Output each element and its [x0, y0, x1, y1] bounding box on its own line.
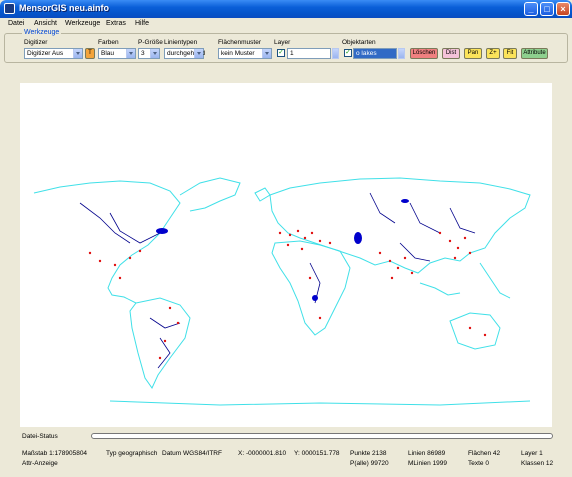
lakes — [156, 199, 409, 301]
classes-count: Klassen 12 — [521, 460, 554, 467]
point-size-select[interactable]: 3 — [138, 48, 160, 59]
chevron-down-icon — [262, 49, 271, 58]
line-types-label: Linientypen — [164, 39, 198, 46]
menu-werkzeuge[interactable]: Werkzeuge — [65, 20, 100, 27]
texts-count: Texte 0 — [468, 460, 489, 467]
menu-extras[interactable]: Extras — [106, 20, 126, 27]
chevron-down-icon — [126, 49, 135, 58]
fill-patterns-select[interactable]: kein Muster — [218, 48, 272, 59]
menu-bar: Datei Ansicht Werkzeuge Extras Hilfe — [0, 18, 572, 30]
map-canvas[interactable] — [20, 83, 552, 427]
dist-button[interactable]: Dist — [442, 48, 460, 59]
app-icon — [4, 3, 15, 14]
layer-count: Layer 1 — [521, 450, 543, 457]
x-coordinate-readout: X: -0000001.810 — [238, 450, 287, 457]
text-tool-button[interactable]: T — [85, 48, 95, 59]
p-all-count: P(alle) 99720 — [350, 460, 389, 467]
type-readout: Typ geographisch — [106, 450, 158, 457]
chevron-down-icon — [73, 49, 82, 58]
world-map — [33, 177, 531, 406]
maximize-button[interactable]: □ — [540, 2, 554, 16]
fill-patterns-label: Flächenmuster — [218, 39, 261, 46]
points-count: Punkte 2138 — [350, 450, 387, 457]
object-types-input[interactable]: o lakes — [353, 48, 397, 59]
point-features — [88, 229, 487, 360]
object-type-checkbox[interactable]: ✓ — [344, 49, 352, 57]
layer-label: Layer — [274, 39, 291, 46]
colors-label: Farben — [98, 39, 119, 46]
lines-count: Linien 86989 — [408, 450, 446, 457]
zoom-in-button[interactable]: Z+ — [486, 48, 500, 59]
layer-spinner[interactable] — [332, 48, 339, 59]
pan-button[interactable]: Pan — [464, 48, 482, 59]
delete-button[interactable]: Löschen — [410, 48, 438, 59]
menu-hilfe[interactable]: Hilfe — [135, 20, 149, 27]
minimize-button[interactable]: _ — [524, 2, 538, 16]
object-types-spinner[interactable] — [398, 48, 405, 59]
rivers — [79, 192, 476, 369]
close-button[interactable]: × — [556, 2, 570, 16]
mlines-count: MLinien 1999 — [408, 460, 448, 467]
chevron-down-icon — [194, 49, 203, 58]
layer-visible-checkbox[interactable]: ✓ — [277, 49, 285, 57]
digitizer-label: Digitizer — [24, 39, 48, 46]
datum-readout: Datum WGS84/ITRF — [162, 450, 222, 457]
fit-button[interactable]: Fit — [503, 48, 517, 59]
attributes-button[interactable]: Attribute — [521, 48, 548, 59]
tools-group-title: Werkzeuge — [22, 29, 62, 36]
status-progress-bar — [91, 433, 553, 439]
chevron-down-icon — [150, 49, 159, 58]
menu-ansicht[interactable]: Ansicht — [34, 20, 57, 27]
line-types-select[interactable]: durchgehend — [164, 48, 205, 59]
point-size-label: P-Größe — [138, 39, 163, 46]
coastlines — [33, 177, 531, 406]
window-title: MensorGIS neu.ainfo — [19, 3, 110, 13]
menu-datei[interactable]: Datei — [8, 20, 24, 27]
areas-count: Flächen 42 — [468, 450, 501, 457]
file-status-label: Datei-Status — [22, 433, 58, 440]
colors-select[interactable]: Blau — [98, 48, 136, 59]
y-coordinate-readout: Y: 0000151.778 — [294, 450, 340, 457]
title-bar: MensorGIS neu.ainfo _ □ × — [0, 0, 572, 18]
attr-display-label: Attr-Anzeige — [22, 460, 58, 467]
scale-readout: Maßstab 1:178905804 — [22, 450, 88, 457]
layer-input[interactable]: 1 — [287, 48, 331, 59]
object-types-label: Objektarten — [342, 39, 376, 46]
digitizer-select[interactable]: Digitizer Aus — [24, 48, 83, 59]
